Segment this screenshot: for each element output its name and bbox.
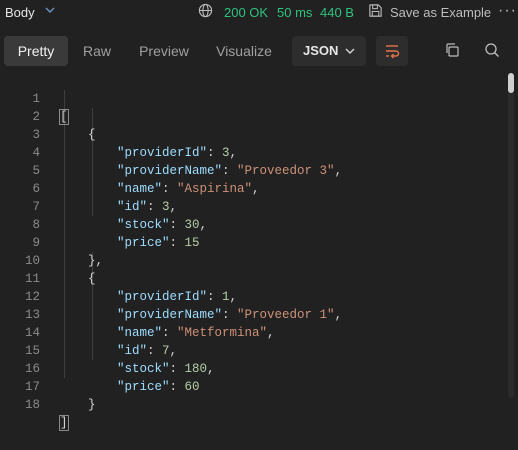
response-body-editor[interactable]: 1 [ 2 { 3 "providerId": 3, 4 "providerNa… bbox=[0, 72, 518, 431]
status-code[interactable]: 200 OK bbox=[224, 5, 268, 20]
code-line: 11 "providerId": 1, bbox=[0, 252, 500, 304]
more-icon[interactable]: ··· bbox=[498, 2, 517, 20]
response-size[interactable]: 440 B bbox=[320, 5, 354, 20]
code-line: 4 "providerName": "Proveedor 3", bbox=[0, 126, 500, 178]
format-select-value: JSON bbox=[303, 43, 339, 58]
save-as-example-button[interactable]: Save as Example bbox=[390, 5, 491, 20]
tab-pretty[interactable]: Pretty bbox=[4, 36, 68, 66]
brace: } bbox=[88, 398, 96, 412]
code-line: 18 ] bbox=[0, 378, 500, 431]
code-line: 7 "stock": 30, bbox=[0, 180, 500, 232]
wrap-lines-icon bbox=[386, 45, 400, 59]
globe-icon[interactable] bbox=[198, 3, 213, 18]
vertical-scrollbar[interactable] bbox=[508, 73, 514, 398]
response-header-bar: Body 200 OK 50 ms 440 B Save as Example … bbox=[0, 0, 518, 24]
copy-icon[interactable] bbox=[444, 42, 460, 58]
wrap-lines-button[interactable] bbox=[376, 36, 408, 66]
bracket: ] bbox=[59, 415, 69, 431]
code-line: 5 "name": "Aspirina", bbox=[0, 144, 500, 196]
code-line: 1 [ bbox=[0, 72, 500, 125]
chevron-down-icon[interactable] bbox=[44, 4, 56, 16]
code-line: 15 "stock": 180, bbox=[0, 324, 500, 376]
code-line: 13 "name": "Metformina", bbox=[0, 288, 500, 340]
code-line: 16 "price": 60 bbox=[0, 342, 500, 394]
line-number: 18 bbox=[24, 398, 40, 412]
tab-preview[interactable]: Preview bbox=[128, 36, 200, 66]
scrollbar-thumb[interactable] bbox=[508, 73, 514, 93]
tab-raw[interactable]: Raw bbox=[72, 36, 122, 66]
code-line: 8 "price": 15 bbox=[0, 198, 500, 250]
code-line: 17 } bbox=[0, 360, 500, 412]
response-time[interactable]: 50 ms bbox=[277, 5, 312, 20]
code-line: 2 { bbox=[0, 90, 500, 142]
code-line: 10 { bbox=[0, 234, 500, 286]
code-line: 3 "providerId": 3, bbox=[0, 108, 500, 160]
search-icon[interactable] bbox=[484, 42, 500, 58]
save-icon[interactable] bbox=[368, 3, 383, 18]
body-label[interactable]: Body bbox=[5, 5, 35, 20]
code-line: 9 }, bbox=[0, 216, 500, 268]
response-toolbar: Pretty Raw Preview Visualize JSON bbox=[0, 36, 518, 66]
code-line: 12 "providerName": "Proveedor 1", bbox=[0, 270, 500, 322]
code-line: 6 "id": 3, bbox=[0, 162, 500, 214]
tab-visualize[interactable]: Visualize bbox=[206, 36, 282, 66]
code-line: 14 "id": 7, bbox=[0, 306, 500, 358]
format-select[interactable]: JSON bbox=[292, 36, 366, 66]
chevron-down-icon bbox=[345, 48, 355, 55]
